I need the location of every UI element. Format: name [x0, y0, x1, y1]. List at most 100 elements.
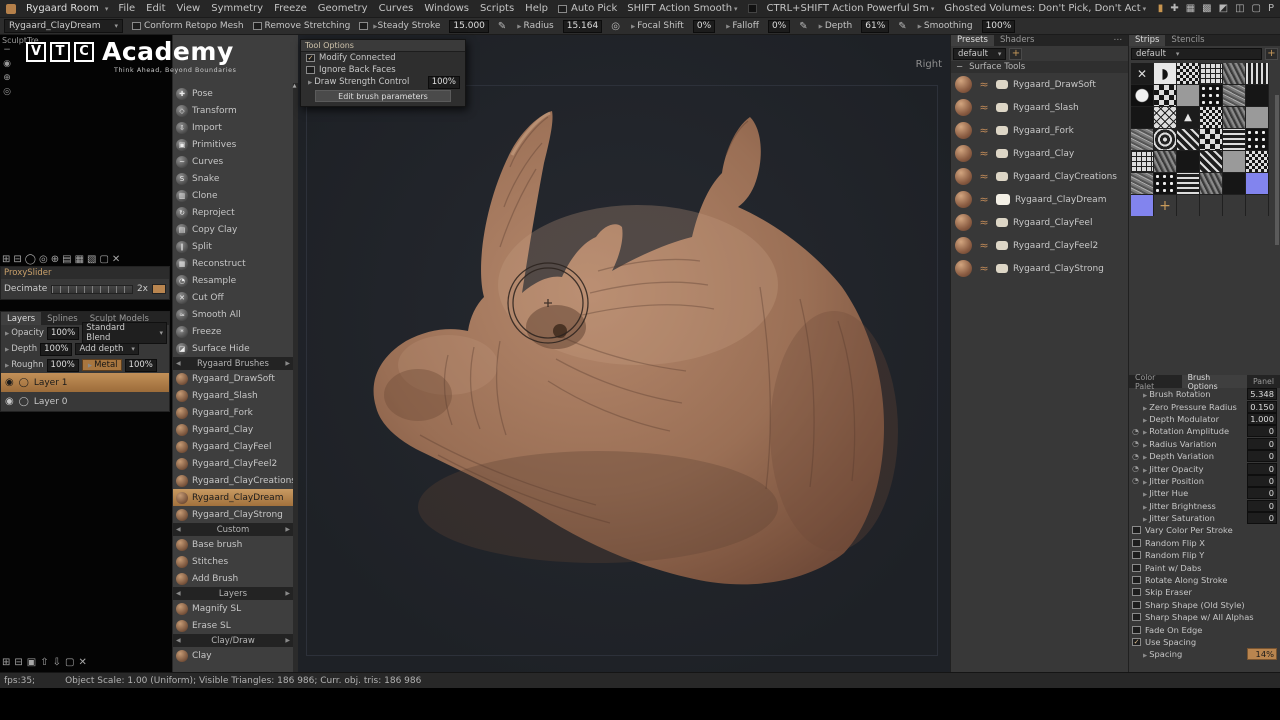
mini-toolbar-icon[interactable]: ▢	[99, 254, 108, 265]
blend-mode-dropdown[interactable]: Add depth	[75, 343, 138, 355]
preset-row[interactable]: Rygaard_ClayCreations	[951, 165, 1128, 188]
tool-item[interactable]: ▥ Clone	[173, 187, 293, 204]
tool-item[interactable]: Custom	[173, 523, 293, 536]
stencil-thumbnail[interactable]	[1200, 173, 1222, 194]
checkbox-icon[interactable]	[1132, 576, 1141, 584]
tool-item[interactable]: Rygaard_Clay	[173, 421, 293, 438]
brush-checkbox-row[interactable]: Fade On Edge	[1129, 623, 1280, 635]
stencil-thumbnail[interactable]	[1131, 195, 1153, 216]
mini-toolbar-icon[interactable]: ⊟	[13, 254, 21, 265]
tool-item[interactable]: Erase SL	[173, 617, 293, 634]
focal-shift-spinner[interactable]: Focal Shift	[629, 21, 684, 31]
remove-stretching-toggle[interactable]: Remove Stretching	[253, 21, 351, 31]
stencil-thumbnail[interactable]	[1223, 63, 1245, 84]
tab-panel[interactable]: Panel	[1247, 375, 1280, 388]
brush-checkbox-row[interactable]: Skip Eraser	[1129, 586, 1280, 598]
brush-checkbox-row[interactable]: Random Flip Y	[1129, 549, 1280, 561]
ghosted-volumes-dropdown[interactable]: Ghosted Volumes: Don't Pick, Don't Act	[944, 3, 1146, 14]
brush-param-value[interactable]: 0	[1247, 425, 1277, 437]
checkbox-icon[interactable]	[1132, 564, 1141, 572]
stencil-thumbnail[interactable]	[1131, 85, 1153, 106]
tab-color-palette[interactable]: Color Palet	[1129, 375, 1182, 388]
brush-param-value[interactable]: 5.348	[1247, 388, 1277, 400]
radius-spinner[interactable]: Radius	[515, 21, 553, 31]
checkbox-icon[interactable]	[558, 5, 567, 13]
checkbox-icon[interactable]	[306, 66, 315, 74]
tool-item[interactable]: Rygaard_ClayCreations	[173, 472, 293, 489]
stencil-thumbnail[interactable]	[1154, 151, 1176, 172]
add-stencil-button[interactable]: +	[1265, 48, 1278, 60]
tool-item[interactable]: Add Brush	[173, 570, 293, 587]
menu-item[interactable]: Edit	[146, 3, 165, 14]
steady-stroke-value[interactable]: 15.000	[449, 20, 489, 33]
pen-pressure-icon[interactable]	[799, 21, 807, 32]
layer-action-icon[interactable]: ⊟	[14, 657, 22, 668]
depth-value[interactable]: 61%	[861, 20, 889, 33]
stencil-thumbnail[interactable]: +	[1154, 195, 1176, 216]
tool-item[interactable]: ◇ Transform	[173, 102, 293, 119]
blend-row-label[interactable]: Opacity	[3, 328, 44, 338]
left-toolbar-icon[interactable]: ◎	[3, 87, 11, 97]
checkbox-icon[interactable]	[1132, 526, 1141, 534]
mini-toolbar-icon[interactable]: ⊞	[2, 254, 10, 265]
stencil-scrollbar[interactable]	[1275, 95, 1279, 245]
stencil-thumbnail[interactable]	[1154, 85, 1176, 106]
p-tool-icon[interactable]: P	[1268, 3, 1274, 14]
stencil-thumbnail[interactable]	[1177, 63, 1199, 84]
draw-strength-spinner[interactable]: Draw Strength Control	[306, 77, 409, 87]
checkbox-icon[interactable]	[1132, 551, 1141, 559]
stencil-thumbnail[interactable]	[1223, 107, 1245, 128]
draw-strength-value[interactable]: 100%	[428, 76, 460, 89]
pressure-dial-icon[interactable]	[1132, 439, 1141, 448]
brush-param-value[interactable]: 0	[1247, 475, 1277, 487]
stencil-thumbnail[interactable]	[1200, 195, 1222, 216]
spacing-value[interactable]: 14%	[1247, 648, 1277, 660]
ignore-back-faces-toggle[interactable]: Ignore Back Faces	[301, 64, 465, 76]
mini-toolbar-icon[interactable]: ⊕	[51, 254, 59, 265]
mini-toolbar-icon[interactable]: ▤	[62, 254, 71, 265]
layer-row[interactable]: Layer 0	[1, 392, 169, 411]
brush-param-spinner[interactable]: Jitter Saturation	[1141, 513, 1215, 523]
brush-param-spinner[interactable]: Rotation Amplitude	[1141, 426, 1229, 436]
mini-toolbar-icon[interactable]: ◯	[25, 254, 36, 265]
mini-toolbar-icon[interactable]: ▦	[75, 254, 84, 265]
menu-item[interactable]: File	[118, 3, 135, 14]
tool-item[interactable]: ≈ Smooth All	[173, 306, 293, 323]
stencil-thumbnail[interactable]	[1154, 107, 1176, 128]
stencil-thumbnail[interactable]	[1223, 173, 1245, 194]
tool-item[interactable]: ◪ Surface Hide	[173, 340, 293, 357]
left-toolbar-icon[interactable]: ⊕	[3, 73, 11, 83]
brush-param-spinner[interactable]: Jitter Opacity	[1141, 464, 1204, 474]
mini-toolbar-icon[interactable]: ✕	[112, 254, 120, 265]
menu-item[interactable]: Curves	[379, 3, 414, 14]
stencil-set-dropdown[interactable]: default	[1131, 48, 1262, 60]
scroll-up-icon[interactable]: ▲	[291, 83, 298, 90]
tool-item[interactable]: Stitches	[173, 553, 293, 570]
conform-retopo-toggle[interactable]: Conform Retopo Mesh	[132, 21, 244, 31]
layer-action-icon[interactable]: ⇩	[53, 657, 61, 668]
stencil-thumbnail[interactable]	[1246, 107, 1268, 128]
slider-icon[interactable]: ▮	[1158, 3, 1164, 14]
mini-toolbar-icon[interactable]: ▧	[87, 254, 96, 265]
tool-item[interactable]: Rygaard_DrawSoft	[173, 370, 293, 387]
mini-toolbar-icon[interactable]: ◎	[39, 254, 48, 265]
pressure-dial-icon[interactable]	[1132, 452, 1141, 461]
tool-item[interactable]: Rygaard_ClayDream	[173, 489, 293, 506]
stencil-thumbnail[interactable]	[1200, 63, 1222, 84]
tool-item[interactable]: ▦ Reconstruct	[173, 255, 293, 272]
zoom-icon[interactable]	[611, 21, 620, 32]
stencil-thumbnail[interactable]	[1223, 151, 1245, 172]
tool-item[interactable]: Magnify SL	[173, 600, 293, 617]
frame-icon[interactable]: ▢	[1252, 3, 1261, 14]
blend-row-value[interactable]: 100%	[40, 343, 72, 356]
tool-item[interactable]: Base brush	[173, 536, 293, 553]
tool-item[interactable]: ~ Curves	[173, 153, 293, 170]
menu-item[interactable]: Scripts	[480, 3, 514, 14]
brush-param-value[interactable]: 0	[1247, 512, 1277, 524]
blend-row-value[interactable]: 100%	[47, 327, 79, 340]
menu-item[interactable]: Freeze	[274, 3, 307, 14]
tool-item[interactable]: S Snake	[173, 170, 293, 187]
pressure-dial-icon[interactable]	[1132, 464, 1141, 473]
layer-action-icon[interactable]: ✕	[78, 657, 86, 668]
checkbox-icon[interactable]	[1132, 601, 1141, 609]
